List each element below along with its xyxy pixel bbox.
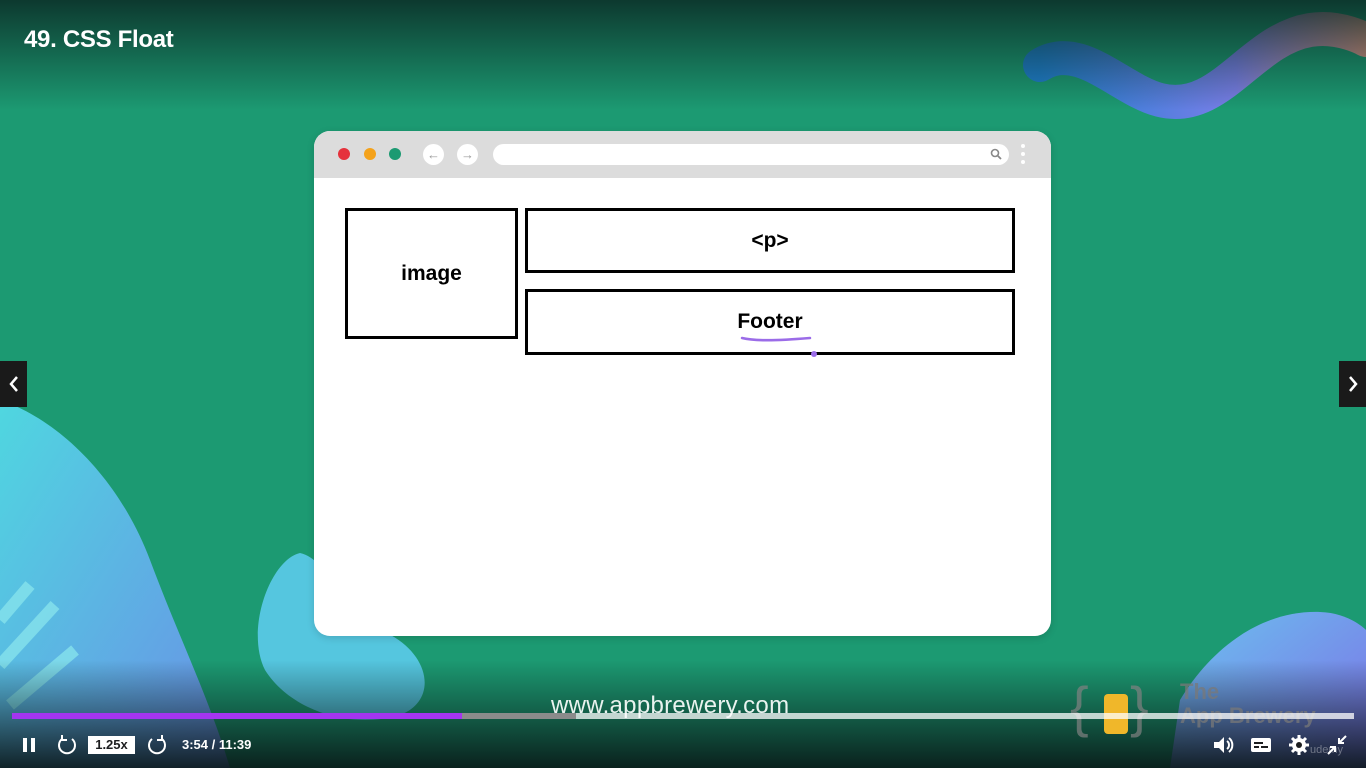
previous-lecture-button[interactable] [0,361,27,407]
pen-underline-annotation [740,336,817,357]
close-dot-icon [338,148,350,160]
chevron-left-icon [8,376,18,392]
time-display: 3:54 / 11:39 [182,737,252,752]
forward-5s-button[interactable] [146,734,168,756]
captions-button[interactable] [1250,734,1272,756]
minimize-dot-icon [364,148,376,160]
svg-text:}: } [1130,675,1149,738]
address-bar [493,144,1009,165]
playback-speed-button[interactable]: 1.25x [88,736,135,754]
chevron-right-icon [1348,376,1358,392]
rewind-5s-button[interactable] [56,734,78,756]
video-stage: 49. CSS Float ← → image <p> Footer www.a… [0,0,1366,768]
forward-arrow-icon: → [457,144,478,165]
progress-bar[interactable] [12,713,1354,719]
svg-text:{: { [1070,675,1089,738]
top-shade [0,0,1366,110]
lecture-title: 49. CSS Float [24,26,174,53]
volume-button[interactable] [1212,734,1234,756]
logo-line-1: The [1180,679,1220,704]
settings-gear-button[interactable] [1288,734,1310,756]
image-box: image [345,208,518,339]
next-lecture-button[interactable] [1339,361,1366,407]
brewery-logo-icon: { } [1070,675,1149,738]
played-progress [12,713,462,719]
more-vert-icon [1020,144,1026,168]
udemy-watermark: udemy [1310,744,1344,756]
paragraph-box: <p> [525,208,1015,273]
logo-text: The App Brewery [1180,680,1316,728]
search-icon [990,148,1002,160]
maximize-dot-icon [389,148,401,160]
browser-illustration: ← → image <p> Footer [314,131,1051,636]
browser-toolbar: ← → [314,131,1051,178]
pause-button[interactable] [20,736,40,754]
back-arrow-icon: ← [423,144,444,165]
